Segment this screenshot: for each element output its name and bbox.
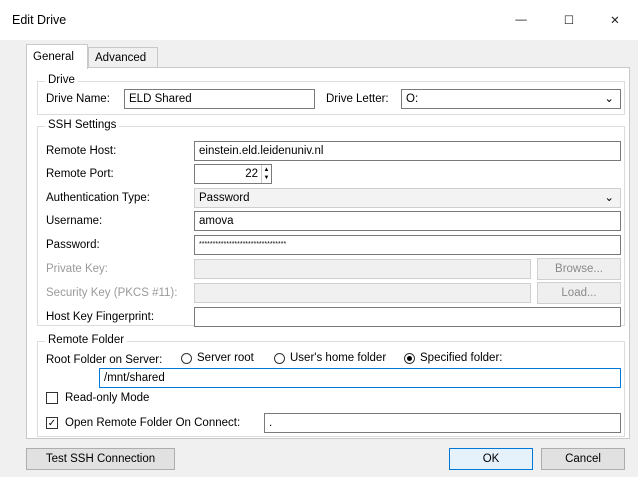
browse-button[interactable]: Browse...: [537, 258, 621, 280]
radio-server-root-circle: [181, 352, 192, 364]
maximize-icon: ☐: [563, 15, 575, 27]
close-button[interactable]: ✕: [592, 0, 638, 40]
root-folder-label: Root Folder on Server:: [46, 354, 163, 366]
username-label: Username:: [46, 215, 103, 227]
radio-server-root[interactable]: Server root: [181, 352, 254, 364]
ok-button[interactable]: OK: [449, 448, 533, 470]
fingerprint-input[interactable]: [194, 307, 621, 327]
load-button[interactable]: Load...: [537, 282, 621, 304]
radio-home-folder[interactable]: User's home folder: [274, 352, 386, 364]
drive-group-label: Drive: [45, 74, 78, 86]
tab-general[interactable]: General: [26, 44, 88, 69]
fingerprint-label: Host Key Fingerprint:: [46, 311, 155, 323]
test-ssh-connection-button[interactable]: Test SSH Connection: [26, 448, 175, 470]
radio-specified-folder-circle: [404, 352, 415, 364]
cancel-button[interactable]: Cancel: [541, 448, 625, 470]
remote-port-stepper[interactable]: 22 ▲ ▼: [194, 164, 272, 184]
close-icon: ✕: [610, 15, 620, 27]
window-title: Edit Drive: [12, 13, 67, 27]
drive-name-label: Drive Name:: [46, 93, 110, 105]
readonly-checkbox-box: [46, 392, 58, 404]
readonly-checkbox[interactable]: Read-only Mode: [46, 392, 149, 404]
auth-type-select[interactable]: Password ⌄: [194, 188, 621, 208]
remote-path-input[interactable]: /mnt/shared: [99, 368, 621, 388]
minimize-button[interactable]: —: [498, 0, 544, 40]
auth-type-label: Authentication Type:: [46, 192, 150, 204]
private-key-input[interactable]: [194, 259, 531, 279]
tab-advanced[interactable]: Advanced: [88, 47, 158, 68]
username-input[interactable]: amova: [194, 211, 621, 231]
remote-folder-group-label: Remote Folder: [45, 334, 128, 346]
maximize-button[interactable]: ☐: [546, 0, 592, 40]
radio-home-folder-circle: [274, 352, 285, 364]
remote-host-label: Remote Host:: [46, 145, 117, 157]
radio-specified-folder[interactable]: Specified folder:: [404, 352, 502, 364]
drive-name-input[interactable]: ELD Shared: [124, 89, 315, 109]
drive-letter-label: Drive Letter:: [326, 93, 389, 105]
ssh-group-label: SSH Settings: [45, 119, 120, 131]
password-input[interactable]: ********************************: [194, 235, 621, 255]
remote-port-label: Remote Port:: [46, 168, 114, 180]
spin-up-icon: ▲: [263, 167, 270, 173]
open-on-connect-input[interactable]: .: [264, 413, 621, 433]
chevron-down-icon: ⌄: [604, 93, 614, 105]
security-key-input[interactable]: [194, 283, 531, 303]
minimize-icon: —: [515, 14, 527, 26]
remote-host-input[interactable]: einstein.eld.leidenuniv.nl: [194, 141, 621, 161]
private-key-label: Private Key:: [46, 263, 108, 275]
chevron-down-icon: ⌄: [604, 192, 614, 204]
checkmark-icon: ✓: [46, 417, 58, 429]
password-label: Password:: [46, 239, 100, 251]
spin-down-icon: ▼: [263, 175, 270, 181]
security-key-label: Security Key (PKCS #11):: [46, 287, 178, 299]
port-spinner[interactable]: ▲ ▼: [261, 165, 271, 183]
open-on-connect-checkbox[interactable]: ✓ Open Remote Folder On Connect:: [46, 417, 240, 429]
drive-letter-select[interactable]: O: ⌄: [401, 89, 621, 109]
